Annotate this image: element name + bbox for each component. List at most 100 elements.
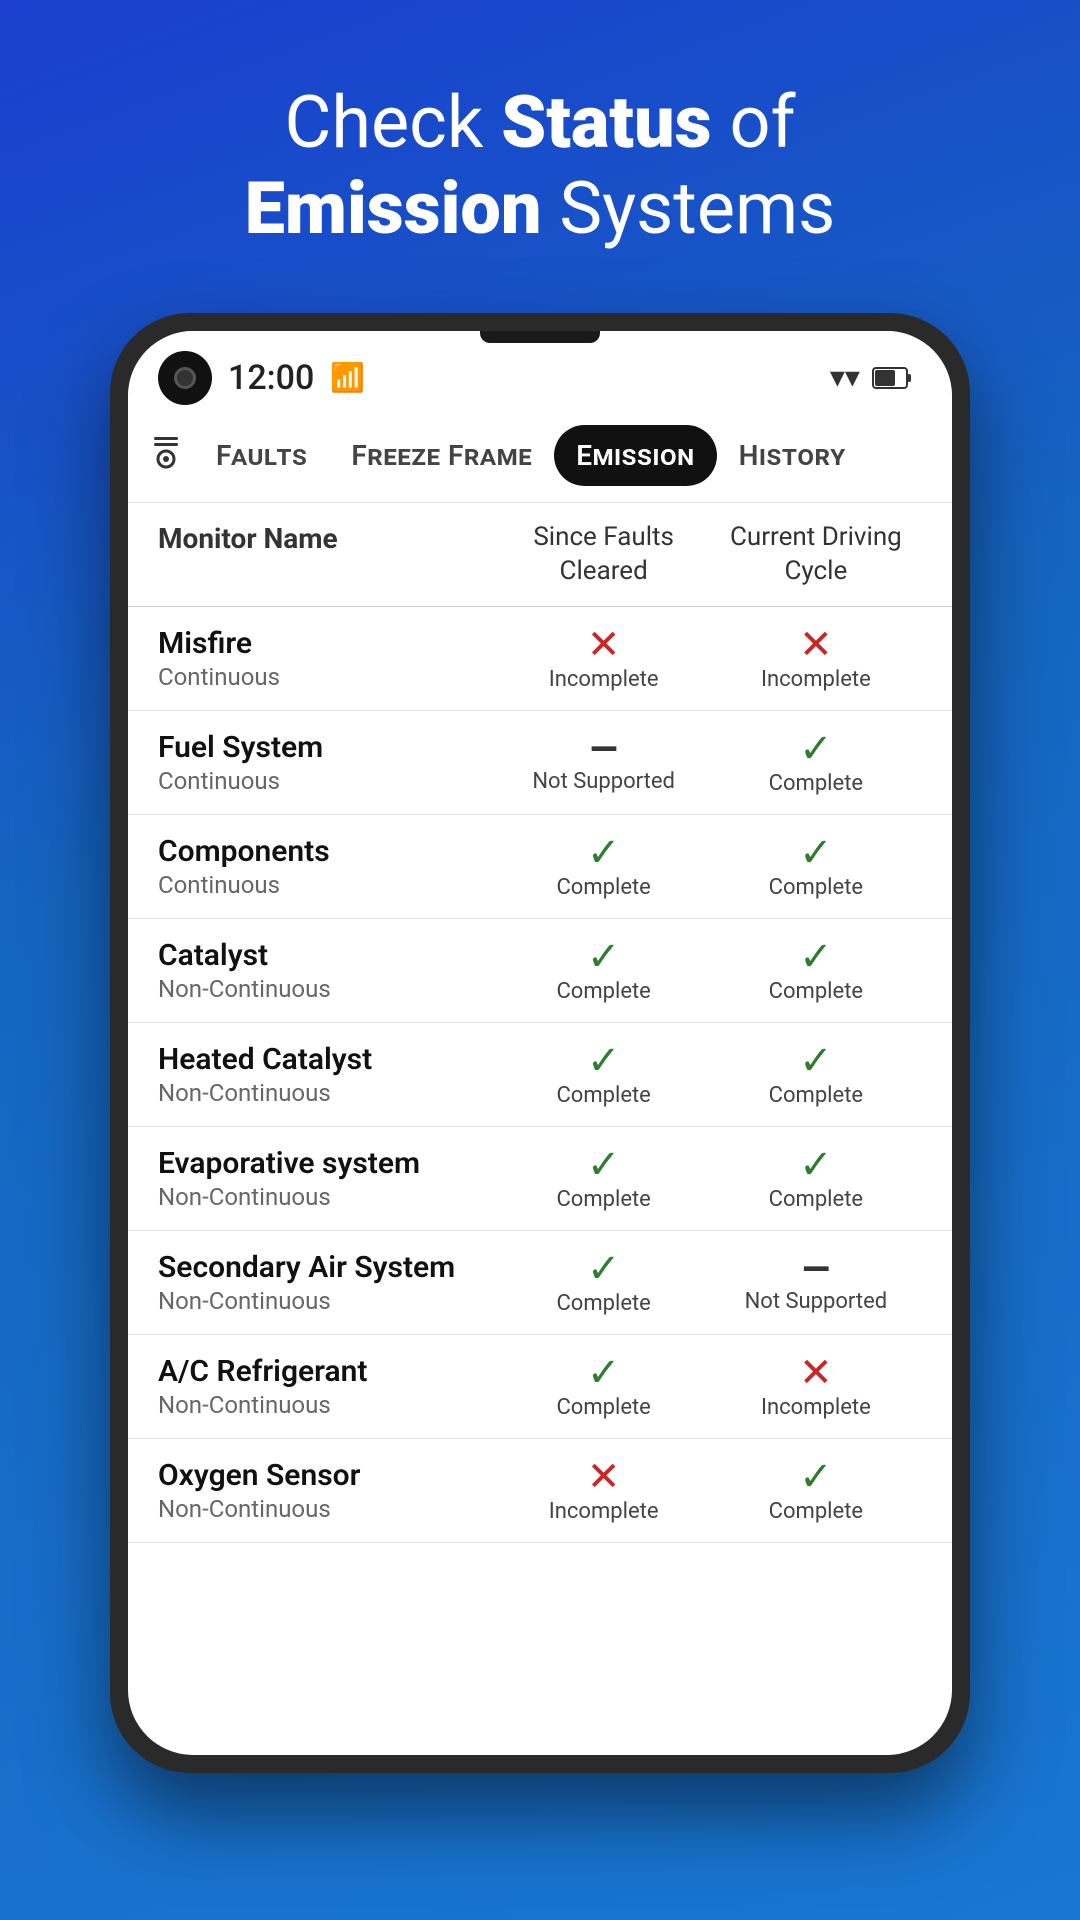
- monitor-name: A/C Refrigerant: [158, 1354, 498, 1389]
- since-faults-label: Complete: [556, 1291, 650, 1316]
- since-faults-label: Complete: [556, 1395, 650, 1420]
- monitor-info: Misfire Continuous: [158, 626, 498, 691]
- hero-line2: Emission Systems: [245, 166, 836, 252]
- cross-icon: ✕: [587, 1457, 621, 1497]
- table-row: A/C Refrigerant Non-Continuous ✓ Complet…: [128, 1335, 952, 1439]
- table-row: Fuel System Continuous — Not Supported ✓…: [128, 711, 952, 815]
- current-cycle-label: Incomplete: [761, 667, 871, 692]
- current-cycle-label: Complete: [769, 771, 863, 796]
- check-icon: ✓: [587, 1041, 621, 1081]
- monitor-name: Heated Catalyst: [158, 1042, 498, 1077]
- col-monitor-header: Monitor Name: [158, 521, 498, 589]
- since-faults-cell: ✕ Incomplete: [498, 1457, 710, 1524]
- current-cycle-cell: ✓ Complete: [710, 1041, 922, 1108]
- monitor-type: Non-Continuous: [158, 1391, 498, 1419]
- since-faults-label: Complete: [556, 979, 650, 1004]
- current-cycle-cell: ✓ Complete: [710, 1457, 922, 1524]
- since-faults-cell: ✓ Complete: [498, 1145, 710, 1212]
- monitor-info: Fuel System Continuous: [158, 730, 498, 795]
- since-faults-cell: ✓ Complete: [498, 1041, 710, 1108]
- dash-icon: —: [590, 731, 617, 767]
- table-row: Heated Catalyst Non-Continuous ✓ Complet…: [128, 1023, 952, 1127]
- since-faults-label: Not Supported: [532, 769, 675, 794]
- current-cycle-label: Complete: [769, 875, 863, 900]
- since-faults-label: Incomplete: [549, 667, 659, 692]
- current-cycle-cell: ✓ Complete: [710, 833, 922, 900]
- since-faults-label: Complete: [556, 875, 650, 900]
- current-cycle-cell: ✓ Complete: [710, 1145, 922, 1212]
- monitor-type: Non-Continuous: [158, 1183, 498, 1211]
- check-icon: ✓: [799, 937, 833, 977]
- phone-notch: [480, 331, 600, 343]
- monitor-name: Catalyst: [158, 938, 498, 973]
- since-faults-cell: ✕ Incomplete: [498, 625, 710, 692]
- tab-emission[interactable]: Emission: [554, 425, 716, 486]
- monitor-info: A/C Refrigerant Non-Continuous: [158, 1354, 498, 1419]
- since-faults-label: Complete: [556, 1083, 650, 1108]
- monitor-type: Non-Continuous: [158, 975, 498, 1003]
- tab-faults[interactable]: Faults: [194, 425, 329, 486]
- status-bar: 12:00 📶 ▾▾: [128, 331, 952, 415]
- current-cycle-label: Complete: [769, 979, 863, 1004]
- time-display: 12:00: [228, 358, 314, 398]
- current-cycle-cell: ✓ Complete: [710, 937, 922, 1004]
- cross-icon: ✕: [587, 625, 621, 665]
- hero-check: Check: [284, 80, 501, 165]
- monitor-name: Evaporative system: [158, 1146, 498, 1181]
- current-cycle-cell: ✓ Complete: [710, 729, 922, 796]
- nav-logo-icon: [148, 433, 184, 478]
- table-row: Catalyst Non-Continuous ✓ Complete ✓ Com…: [128, 919, 952, 1023]
- tab-freeze-frame[interactable]: Freeze Frame: [329, 425, 554, 486]
- monitor-info: Secondary Air System Non-Continuous: [158, 1250, 498, 1315]
- current-cycle-cell: ✕ Incomplete: [710, 625, 922, 692]
- table-body: Misfire Continuous ✕ Incomplete ✕ Incomp…: [128, 607, 952, 1543]
- since-faults-cell: ✓ Complete: [498, 833, 710, 900]
- hero-systems: Systems: [541, 166, 835, 251]
- current-cycle-label: Incomplete: [761, 1395, 871, 1420]
- current-cycle-label: Not Supported: [745, 1289, 888, 1314]
- col-since-faults-header: Since Faults Cleared: [498, 521, 710, 589]
- monitor-type: Non-Continuous: [158, 1287, 498, 1315]
- monitor-name: Fuel System: [158, 730, 498, 765]
- since-faults-cell: ✓ Complete: [498, 1249, 710, 1316]
- table-row: Oxygen Sensor Non-Continuous ✕ Incomplet…: [128, 1439, 952, 1543]
- status-right: ▾▾: [830, 360, 912, 395]
- monitor-name: Secondary Air System: [158, 1250, 498, 1285]
- cross-icon: ✕: [799, 1353, 833, 1393]
- col-current-cycle-header: Current Driving Cycle: [710, 521, 922, 589]
- monitor-name: Misfire: [158, 626, 498, 661]
- tab-history[interactable]: History: [717, 425, 868, 486]
- table-row: Evaporative system Non-Continuous ✓ Comp…: [128, 1127, 952, 1231]
- monitor-info: Oxygen Sensor Non-Continuous: [158, 1458, 498, 1523]
- table-header-row: Monitor Name Since Faults Cleared Curren…: [128, 503, 952, 608]
- monitor-info: Components Continuous: [158, 834, 498, 899]
- table-row: Misfire Continuous ✕ Incomplete ✕ Incomp…: [128, 607, 952, 711]
- nav-tabs: Faults Freeze Frame Emission History: [128, 415, 952, 503]
- since-faults-label: Complete: [556, 1187, 650, 1212]
- monitor-type: Non-Continuous: [158, 1079, 498, 1107]
- check-icon: ✓: [587, 1145, 621, 1185]
- since-faults-cell: — Not Supported: [498, 731, 710, 794]
- phone-wrapper: 12:00 📶 ▾▾ Fa: [110, 313, 970, 1773]
- table-row: Components Continuous ✓ Complete ✓ Compl…: [128, 815, 952, 919]
- since-faults-label: Incomplete: [549, 1499, 659, 1524]
- check-icon: ✓: [799, 1457, 833, 1497]
- monitor-name: Oxygen Sensor: [158, 1458, 498, 1493]
- emission-table: Monitor Name Since Faults Cleared Curren…: [128, 503, 952, 1755]
- check-icon: ✓: [587, 1353, 621, 1393]
- check-icon: ✓: [799, 833, 833, 873]
- monitor-info: Heated Catalyst Non-Continuous: [158, 1042, 498, 1107]
- hero-status: Status: [501, 80, 711, 165]
- check-icon: ✓: [587, 1249, 621, 1289]
- current-cycle-label: Complete: [769, 1187, 863, 1212]
- table-row: Secondary Air System Non-Continuous ✓ Co…: [128, 1231, 952, 1335]
- monitor-type: Continuous: [158, 767, 498, 795]
- current-cycle-label: Complete: [769, 1083, 863, 1108]
- current-cycle-cell: — Not Supported: [710, 1251, 922, 1314]
- check-icon: ✓: [799, 1041, 833, 1081]
- hero-section: Check Status of Emission Systems: [185, 80, 896, 253]
- hero-line1: Check Status of: [245, 80, 836, 166]
- since-faults-cell: ✓ Complete: [498, 1353, 710, 1420]
- check-icon: ✓: [587, 833, 621, 873]
- dash-icon: —: [802, 1251, 829, 1287]
